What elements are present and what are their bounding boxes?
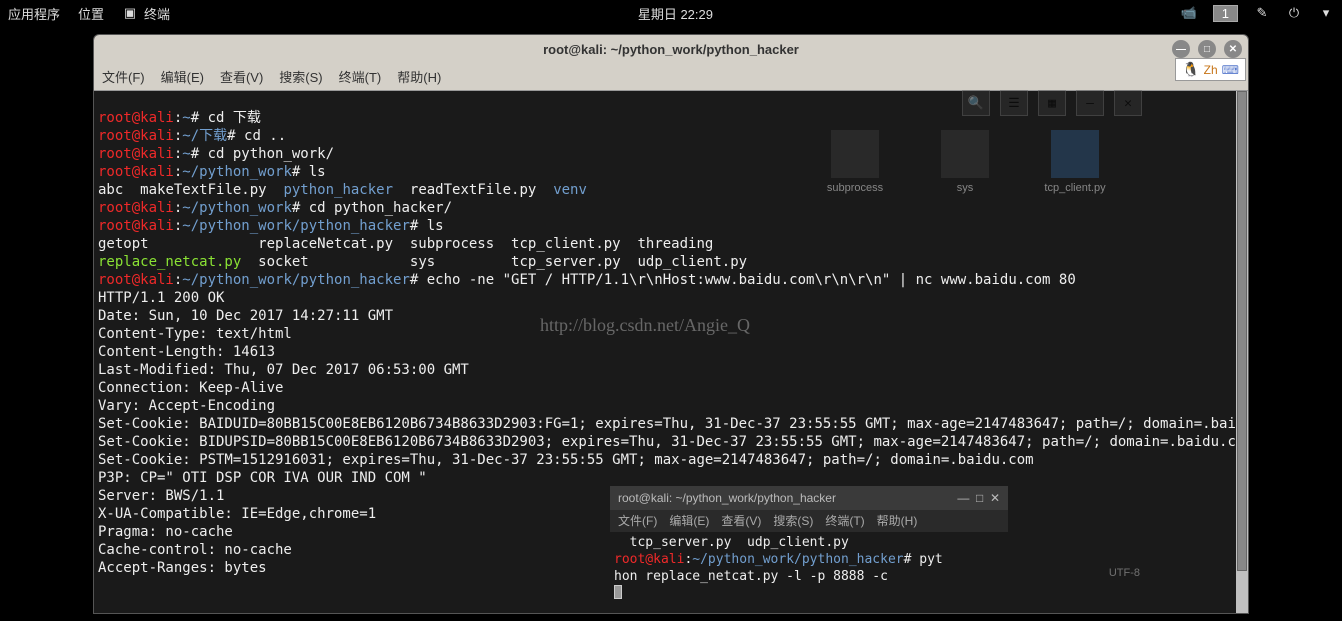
menu-file[interactable]: 文件(F) [102,67,145,86]
maximize-button[interactable]: □ [1198,40,1216,58]
sec-menu-view[interactable]: 查看(V) [721,513,761,530]
window-title: root@kali: ~/python_work/python_hacker [543,42,799,57]
sec-minimize-icon[interactable]: — [957,491,969,505]
system-top-bar: 应用程序 位置 ▣ 终端 星期日 22:29 📹 1 ✎ ⏻ ▾ [0,0,1342,26]
sec-menu-edit[interactable]: 编辑(E) [669,513,709,530]
applications-menu[interactable]: 应用程序 [8,4,60,23]
ime-indicator[interactable]: 🐧 Zh ⌨ [1175,58,1246,81]
window-menu-bar: 文件(F) 编辑(E) 查看(V) 搜索(S) 终端(T) 帮助(H) [94,63,1248,91]
folder-icon [831,130,879,178]
secondary-menu-bar: 文件(F) 编辑(E) 查看(V) 搜索(S) 终端(T) 帮助(H) [610,510,1008,532]
sec-menu-terminal[interactable]: 终端(T) [825,513,864,530]
file-tcp-client[interactable]: tcp_client.py [1040,130,1110,194]
close-button[interactable]: ✕ [1224,40,1242,58]
terminal-launcher[interactable]: ▣ 终端 [122,4,170,23]
menu-edit[interactable]: 编辑(E) [161,67,204,86]
sec-close-icon[interactable]: ✕ [990,491,1000,505]
secondary-terminal-output[interactable]: tcp_server.py udp_client.py root@kali:~/… [610,532,1008,606]
cursor [614,585,622,599]
python-file-icon [1051,130,1099,178]
menu-search[interactable]: 搜索(S) [279,67,322,86]
file-subprocess[interactable]: subprocess [820,130,890,194]
folder-icon [941,130,989,178]
penguin-icon: 🐧 [1182,61,1199,78]
file-manager-toolbar: 🔍 ☰ ▦ — ✕ [962,90,1142,116]
power-icon[interactable]: ⏻ [1286,5,1302,21]
terminal-scrollbar[interactable] [1236,91,1248,613]
window-title-bar[interactable]: root@kali: ~/python_work/python_hacker —… [94,35,1248,63]
terminal-icon: ▣ [122,5,138,21]
camera-icon[interactable]: 📹 [1181,5,1197,21]
places-menu[interactable]: 位置 [78,4,104,23]
list-view-icon[interactable]: ☰ [1000,90,1028,116]
sec-maximize-icon[interactable]: □ [976,491,983,505]
sec-menu-search[interactable]: 搜索(S) [773,513,813,530]
watermark-url: http://blog.csdn.net/Angie_Q [540,315,750,336]
menu-view[interactable]: 查看(V) [220,67,263,86]
fm-close-icon[interactable]: ✕ [1114,90,1142,116]
file-icons-row: subprocess sys tcp_client.py [820,130,1110,194]
menu-help[interactable]: 帮助(H) [397,67,441,86]
menu-terminal[interactable]: 终端(T) [339,67,382,86]
grid-view-icon[interactable]: ▦ [1038,90,1066,116]
sec-menu-file[interactable]: 文件(F) [618,513,657,530]
scrollbar-thumb[interactable] [1237,91,1247,571]
workspace-indicator[interactable]: 1 [1213,5,1238,22]
secondary-terminal-window: root@kali: ~/python_work/python_hacker —… [610,486,1008,602]
brush-icon[interactable]: ✎ [1254,5,1270,21]
keyboard-icon: ⌨ [1222,63,1239,77]
fm-minimize-icon[interactable]: — [1076,90,1104,116]
file-sys[interactable]: sys [930,130,1000,194]
dropdown-icon[interactable]: ▾ [1318,5,1334,21]
datetime-label[interactable]: 星期日 22:29 [638,7,713,22]
encoding-label: UTF-8 [1109,567,1140,579]
search-icon[interactable]: 🔍 [962,90,990,116]
minimize-button[interactable]: — [1172,40,1190,58]
status-bar: UTF-8 [1109,567,1140,579]
sec-menu-help[interactable]: 帮助(H) [877,513,918,530]
secondary-title-bar[interactable]: root@kali: ~/python_work/python_hacker —… [610,486,1008,510]
